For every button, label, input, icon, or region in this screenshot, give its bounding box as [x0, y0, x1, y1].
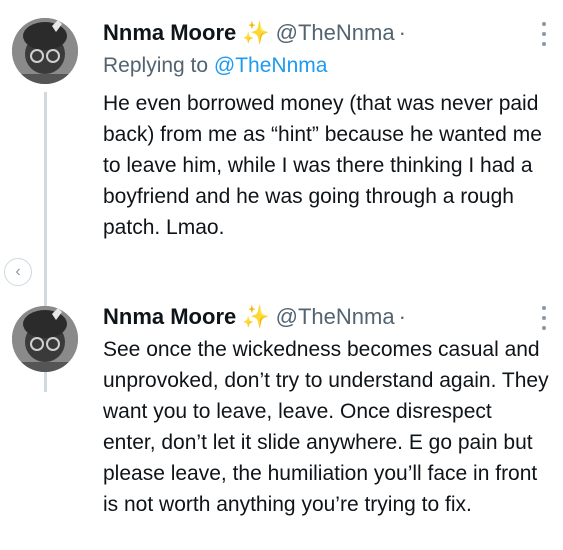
avatar[interactable] [12, 306, 78, 372]
replying-to: Replying to @TheNnma [103, 54, 327, 78]
avatar[interactable] [12, 18, 78, 84]
tweet[interactable]: Nnma Moore ✨ @TheNnma · Replying to @The… [0, 0, 563, 270]
more-vertical-icon[interactable] [539, 22, 549, 46]
sparkles-icon: ✨ [242, 304, 270, 329]
user-handle[interactable]: @TheNnma [276, 20, 395, 46]
sparkles-icon: ✨ [242, 20, 270, 45]
tweet[interactable]: Nnma Moore ✨ @TheNnma · See once the wic… [0, 290, 563, 550]
tweet-header: Nnma Moore ✨ @TheNnma · [103, 302, 406, 332]
replying-prefix: Replying to [103, 54, 209, 77]
tweet-text: He even borrowed money (that was never p… [103, 92, 542, 239]
chevron-left-icon[interactable]: ‹ [4, 258, 32, 286]
separator-dot: · [398, 304, 406, 329]
tweet-text: See once the wickedness becomes casual a… [103, 338, 549, 516]
more-vertical-icon[interactable] [539, 306, 549, 330]
tweet-header: Nnma Moore ✨ @TheNnma · [103, 18, 406, 48]
user-handle[interactable]: @TheNnma [276, 304, 395, 330]
display-name[interactable]: Nnma Moore [103, 20, 236, 46]
separator-dot: · [398, 20, 406, 45]
replying-handle-link[interactable]: @TheNnma [214, 54, 328, 77]
display-name[interactable]: Nnma Moore [103, 304, 236, 330]
